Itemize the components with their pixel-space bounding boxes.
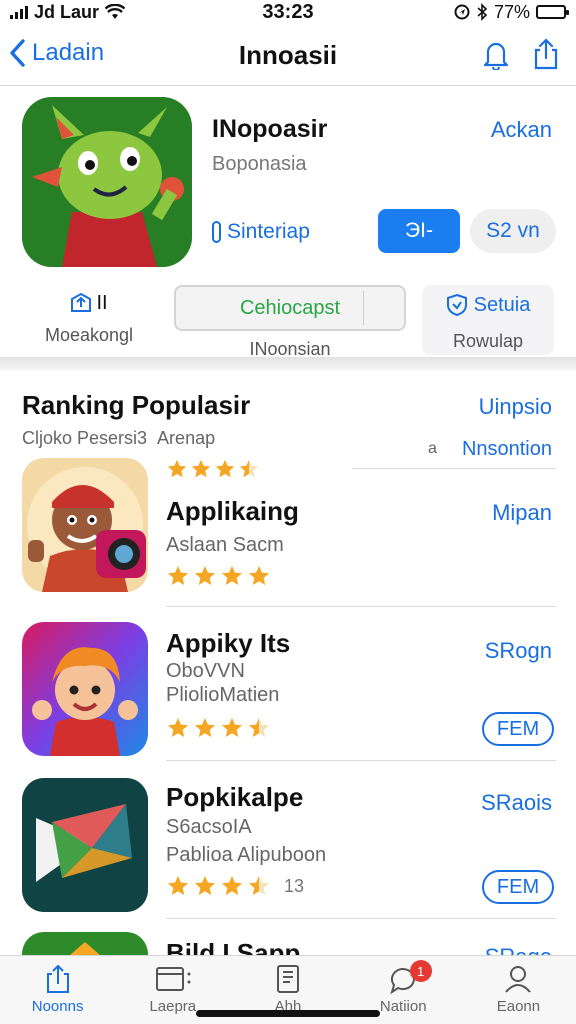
app-icon: [22, 458, 148, 592]
bluetooth-icon: [477, 3, 488, 21]
app-price[interactable]: SRaois: [481, 790, 552, 816]
carrier-label: Jd Laur: [34, 1, 100, 22]
status-time: 33:23: [262, 0, 314, 23]
stat-value: II: [96, 291, 108, 314]
star-icon: [195, 566, 215, 585]
navigation-bar: Ladain Innoasii: [0, 28, 576, 86]
app-icon: [22, 622, 148, 756]
wifi-icon: [105, 4, 126, 19]
featured-app-icon[interactable]: [22, 97, 192, 267]
featured-app-subtitle: Boponasia: [212, 153, 307, 175]
star-icon: [168, 718, 188, 737]
ranking-heading: Ranking Populasir: [22, 390, 251, 420]
today-icon: [46, 964, 69, 993]
featured-top-link[interactable]: Ackan: [491, 117, 552, 143]
row-divider: [166, 918, 556, 919]
row-divider: [166, 760, 556, 761]
rating-count: 13: [284, 875, 305, 896]
back-label: Ladain: [32, 39, 105, 66]
battery-percent: 77%: [493, 1, 530, 22]
tab-label: Noonns: [31, 998, 84, 1015]
category-pill[interactable]: Cehiocapst: [174, 285, 406, 331]
location-icon: [454, 4, 470, 20]
star-icon: [195, 876, 215, 895]
app-publisher: Pablioa Alipuboon: [166, 844, 327, 866]
tab-today[interactable]: Noonns: [0, 956, 115, 1024]
list-item[interactable]: Appiky Its OboVVN PliolioMatien SRogn FE…: [0, 622, 576, 772]
tab-profile[interactable]: Eaonn: [461, 956, 576, 1024]
shield-icon: [446, 293, 467, 317]
ranking-see-all-link[interactable]: Uinpsio: [479, 394, 552, 420]
bell-icon[interactable]: [482, 38, 510, 70]
app-title: Appiky Its: [166, 628, 291, 658]
battery-icon: [536, 5, 569, 19]
app-title: Applikaing: [166, 496, 299, 526]
get-button[interactable]: FEM: [482, 870, 554, 904]
chevron-left-icon: [10, 39, 25, 67]
star-icon: [195, 718, 215, 737]
document-icon: [277, 965, 299, 993]
share-icon[interactable]: [532, 38, 560, 70]
security-card-title: Setuia: [473, 293, 531, 316]
featured-app-card: INopoasir Boponasia Ackan Sinteriap ЭI- …: [0, 87, 576, 359]
developer-label: Sinteriap: [227, 220, 310, 243]
star-icon: [168, 876, 188, 895]
back-button[interactable]: Ladain: [8, 38, 104, 68]
app-icon: [22, 932, 148, 956]
app-subtitle: Aslaan Sacm: [166, 534, 284, 556]
ranking-subheading: Cljoko Pesersi3 Arenap: [22, 428, 216, 448]
app-title: Bild I Sapp: [166, 938, 301, 956]
list-item[interactable]: Popkikalpe S6acsoIA Pablioa Alipuboon SR…: [0, 778, 576, 928]
package-icon: [71, 292, 92, 312]
row-divider: [166, 606, 556, 607]
security-card[interactable]: Setuia Rowulap: [422, 285, 554, 355]
developer-link[interactable]: Sinteriap: [212, 220, 310, 244]
app-subtitle: OboVVN: [166, 660, 245, 682]
tab-label: Eaonn: [496, 998, 541, 1015]
stat-downloads: II Moeakongl: [44, 291, 134, 346]
star-icon: [222, 566, 242, 585]
secondary-button[interactable]: S2 vn: [470, 209, 556, 253]
star-icon: [168, 566, 188, 585]
app-rating: [166, 564, 271, 588]
tab-label: Natiion: [379, 998, 427, 1015]
list-item[interactable]: Applikaing Aslaan Sacm Mipan: [0, 458, 576, 608]
app-rating: [166, 716, 271, 740]
profile-icon: [505, 966, 532, 993]
security-card-subtitle: Rowulap: [452, 331, 524, 351]
star-icon: [249, 718, 269, 737]
star-icon: [222, 718, 242, 737]
app-icon: [22, 778, 148, 912]
app-title: Popkikalpe: [166, 782, 304, 812]
app-subtitle: S6acsoIA: [166, 816, 252, 838]
notification-badge: 1: [409, 960, 432, 982]
section-divider: [0, 357, 576, 371]
list-item[interactable]: Bild I Sapp SRaqe: [0, 932, 576, 956]
featured-app-name: INopoasir: [212, 115, 328, 143]
get-button[interactable]: ЭI-: [378, 209, 460, 253]
tab-label: Laepra: [149, 998, 197, 1015]
get-button[interactable]: FEM: [482, 712, 554, 746]
status-bar: Jd Laur 33:23 77%: [0, 0, 576, 24]
app-price[interactable]: Mipan: [492, 500, 552, 526]
home-indicator: [196, 1010, 380, 1017]
app-publisher: PliolioMatien: [166, 684, 280, 706]
star-icon: [249, 566, 269, 585]
ranking-number: a: [428, 440, 437, 457]
star-icon: [249, 876, 269, 895]
app-price[interactable]: SRogn: [485, 638, 552, 664]
star-icon: [222, 876, 242, 895]
signal-icon: [10, 5, 28, 19]
app-rating: 13: [166, 874, 304, 898]
folder-icon: [155, 967, 191, 991]
info-icon: [212, 221, 221, 243]
stat-label: Moeakongl: [44, 325, 134, 345]
